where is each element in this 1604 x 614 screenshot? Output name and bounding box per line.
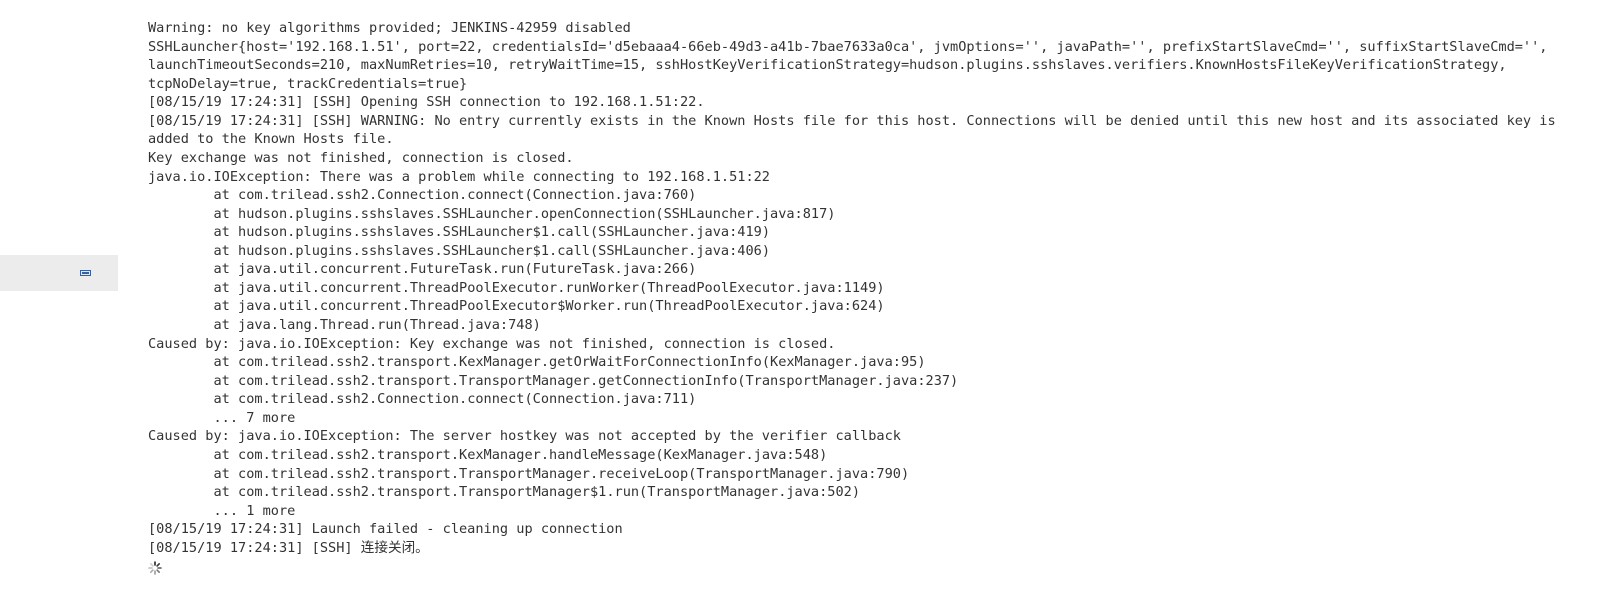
console-output: Warning: no key algorithms provided; JEN… [148,19,1556,557]
console-line: Key exchange was not finished, connectio… [148,149,574,166]
console-line: at com.trilead.ssh2.transport.TransportM… [148,484,861,501]
sidebar [0,0,118,614]
console-line: java.io.IOException: There was a problem… [148,168,770,185]
console-line: ... 1 more [148,502,296,519]
console-line: at com.trilead.ssh2.Connection.connect(C… [148,187,697,204]
console-line: added to the Known Hosts file. [148,131,394,148]
console-line: [08/15/19 17:24:31] [SSH] WARNING: No en… [148,112,1556,129]
console-line: at java.util.concurrent.FutureTask.run(F… [148,261,697,278]
console-line: at com.trilead.ssh2.transport.TransportM… [148,372,959,389]
console-line: at com.trilead.ssh2.Connection.connect(C… [148,391,697,408]
loading-spinner-icon [148,561,162,575]
console-line: [08/15/19 17:24:31] Launch failed - clea… [148,521,623,538]
console-line: at hudson.plugins.sshslaves.SSHLauncher$… [148,242,771,259]
sidebar-collapsed-item[interactable] [0,255,118,291]
console-line: at hudson.plugins.sshslaves.SSHLauncher.… [148,205,836,222]
console-line: at com.trilead.ssh2.transport.KexManager… [148,446,828,463]
console-line: at hudson.plugins.sshslaves.SSHLauncher$… [148,224,771,241]
console-line: Caused by: java.io.IOException: The serv… [148,428,901,445]
console-line: at java.util.concurrent.ThreadPoolExecut… [148,298,885,315]
console-line: Warning: no key algorithms provided; JEN… [148,20,631,36]
console-line: at java.lang.Thread.run(Thread.java:748) [148,317,541,333]
console-line: ... 7 more [148,409,296,426]
console-line: SSHLauncher{host='192.168.1.51', port=22… [148,38,1548,55]
console-line: [08/15/19 17:24:31] [SSH] Opening SSH co… [148,94,705,111]
console-line: Caused by: java.io.IOException: Key exch… [148,335,836,352]
console-line: at com.trilead.ssh2.transport.TransportM… [148,465,910,482]
console-line: launchTimeoutSeconds=210, maxNumRetries=… [148,57,1507,74]
console-line: at com.trilead.ssh2.transport.KexManager… [148,354,926,371]
console-line: [08/15/19 17:24:31] [SSH] 连接关闭。 [148,539,429,556]
console-line: at java.util.concurrent.ThreadPoolExecut… [148,279,885,296]
console-line: tcpNoDelay=true, trackCredentials=true} [148,75,468,92]
minimize-icon[interactable] [80,270,91,276]
